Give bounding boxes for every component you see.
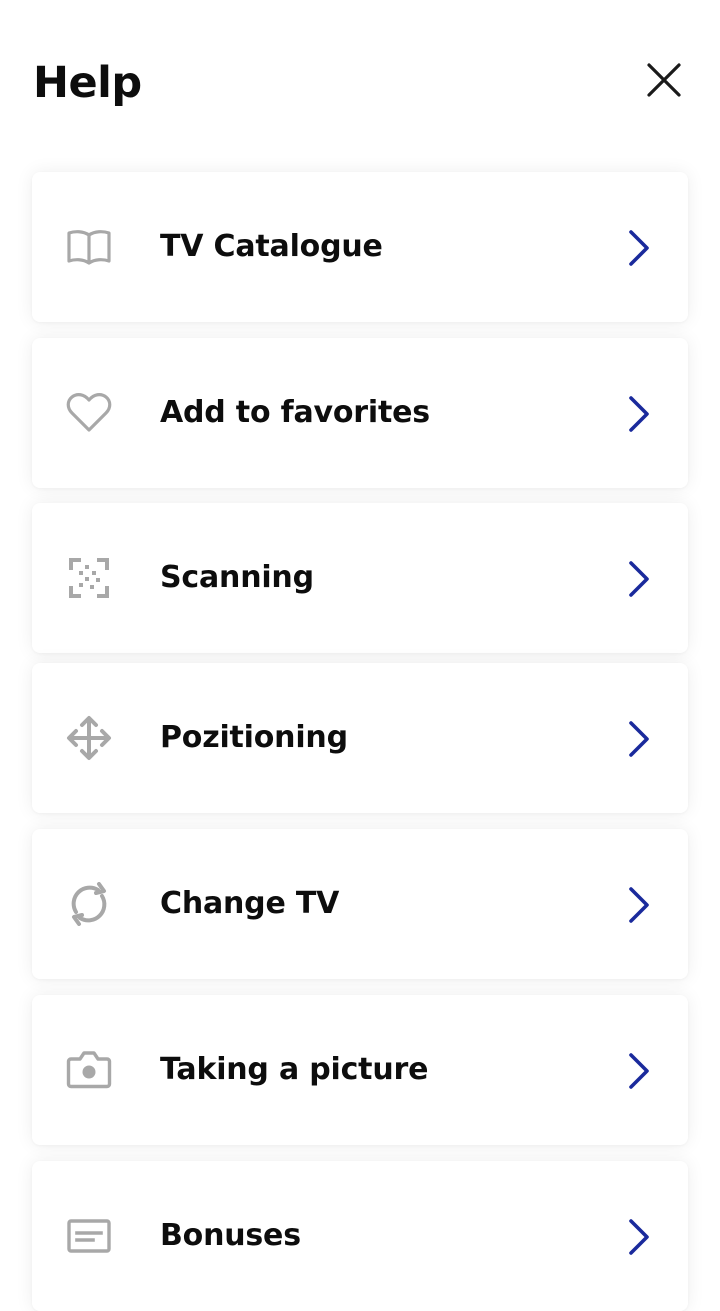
help-item-label: Add to favorites [160,395,430,430]
scan-icon [66,556,112,600]
book-icon [66,225,112,269]
card-icon [66,1214,112,1258]
help-item-change-tv[interactable]: Change TV [32,829,688,979]
chevron-right-icon [624,559,654,599]
help-item-label: TV Catalogue [160,229,383,264]
help-item-tv-catalogue[interactable]: TV Catalogue [32,172,688,322]
chevron-right-icon [624,1051,654,1091]
help-item-add-to-favorites[interactable]: Add to favorites [32,338,688,488]
help-item-scanning[interactable]: Scanning [32,503,688,653]
chevron-right-icon [624,394,654,434]
chevron-right-icon [624,719,654,759]
header: Help [0,0,720,160]
close-icon [647,63,681,97]
camera-icon [66,1048,112,1092]
heart-icon [66,391,112,435]
help-item-taking-a-picture[interactable]: Taking a picture [32,995,688,1145]
chevron-right-icon [624,228,654,268]
help-item-bonuses[interactable]: Bonuses [32,1161,688,1311]
chevron-right-icon [624,885,654,925]
help-item-label: Change TV [160,886,340,921]
chevron-right-icon [624,1217,654,1257]
move-icon [66,716,112,760]
help-item-label: Bonuses [160,1218,301,1253]
page-title: Help [33,58,142,108]
help-item-label: Pozitioning [160,720,348,755]
help-item-pozitioning[interactable]: Pozitioning [32,663,688,813]
help-item-label: Scanning [160,560,314,595]
close-button[interactable] [640,56,688,104]
refresh-icon [66,882,112,926]
help-item-label: Taking a picture [160,1052,429,1087]
